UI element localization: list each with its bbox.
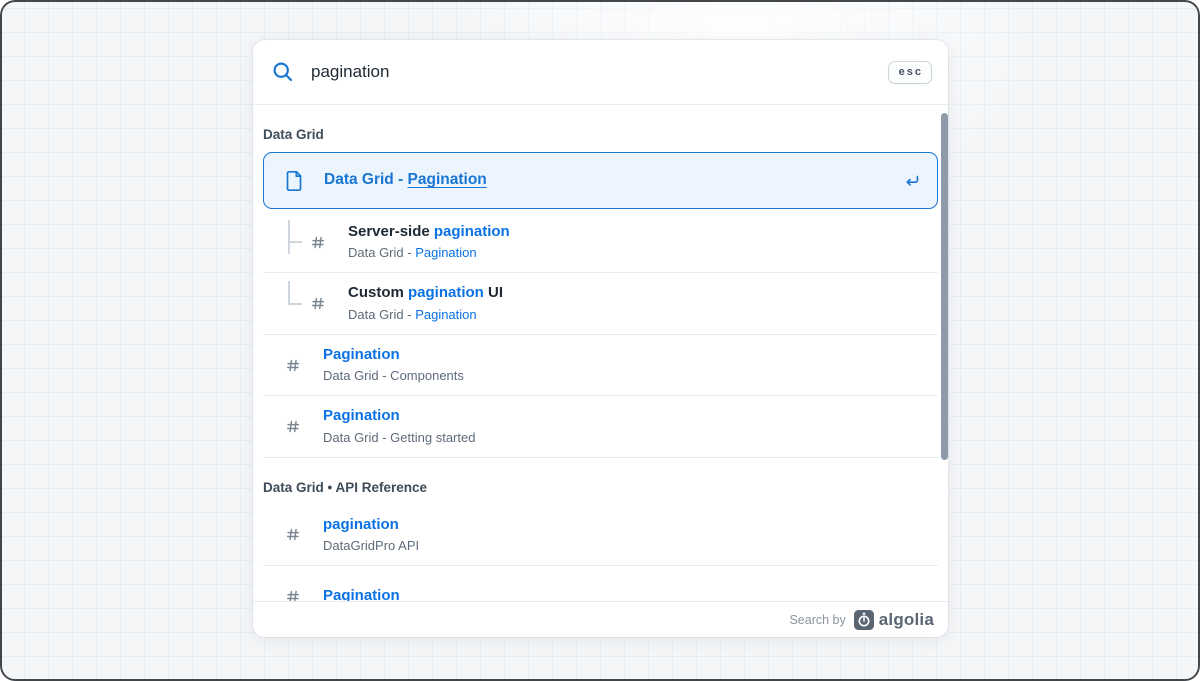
search-footer: Search by algolia: [253, 601, 948, 637]
section-label: Data Grid: [263, 127, 938, 142]
document-icon: [284, 170, 304, 192]
result-title: Pagination: [323, 345, 924, 365]
result-path: DataGridPro API: [323, 537, 924, 555]
hash-icon: [285, 357, 301, 374]
scrollbar[interactable]: [941, 113, 948, 460]
search-input[interactable]: [311, 62, 888, 82]
result-path: Data Grid - Components: [323, 367, 924, 385]
search-result[interactable]: Data Grid - Pagination: [263, 152, 938, 209]
hash-icon: [285, 418, 301, 435]
algolia-logo[interactable]: algolia: [854, 610, 934, 630]
enter-icon: [901, 171, 923, 191]
result-title: Custom pagination UI: [348, 283, 924, 303]
section-label: Data Grid • API Reference: [263, 480, 938, 495]
result-title: Pagination: [323, 586, 924, 601]
result-path: Data Grid - Pagination: [348, 244, 924, 262]
hash-icon: [310, 234, 326, 251]
search-by-label: Search by: [789, 613, 845, 627]
search-modal: esc Data GridData Grid - PaginationServe…: [253, 40, 948, 637]
hash-icon: [310, 295, 326, 312]
search-result[interactable]: Pagination: [263, 566, 938, 601]
algolia-wordmark: algolia: [879, 610, 934, 630]
tree-connector: [285, 283, 310, 323]
result-title: Server-side pagination: [348, 222, 924, 242]
result-section: Data GridData Grid - PaginationServer-si…: [263, 127, 938, 458]
search-header: esc: [253, 40, 948, 105]
search-icon: [271, 60, 295, 84]
tree-connector: [285, 222, 310, 262]
result-path: Data Grid - Getting started: [323, 429, 924, 447]
result-title: Pagination: [323, 406, 924, 426]
search-result[interactable]: Custom pagination UI Data Grid - Paginati…: [263, 273, 938, 334]
result-title: pagination: [323, 515, 924, 535]
result-path: Data Grid - Pagination: [348, 306, 924, 324]
hash-icon: [285, 588, 301, 601]
algolia-mark-icon: [854, 610, 874, 630]
page-background: esc Data GridData Grid - PaginationServe…: [0, 0, 1200, 681]
search-result[interactable]: pagination DataGridPro API: [263, 505, 938, 566]
result-title: Data Grid - Pagination: [324, 170, 901, 191]
search-result[interactable]: Pagination Data Grid - Components: [263, 335, 938, 396]
search-result[interactable]: Server-side pagination Data Grid - Pagina…: [263, 212, 938, 273]
results-list: Data GridData Grid - PaginationServer-si…: [253, 105, 948, 601]
result-section: Data Grid • API Reference pagination DataG…: [263, 480, 938, 601]
search-result[interactable]: Pagination Data Grid - Getting started: [263, 396, 938, 457]
esc-key[interactable]: esc: [888, 61, 932, 84]
hash-icon: [285, 526, 301, 543]
